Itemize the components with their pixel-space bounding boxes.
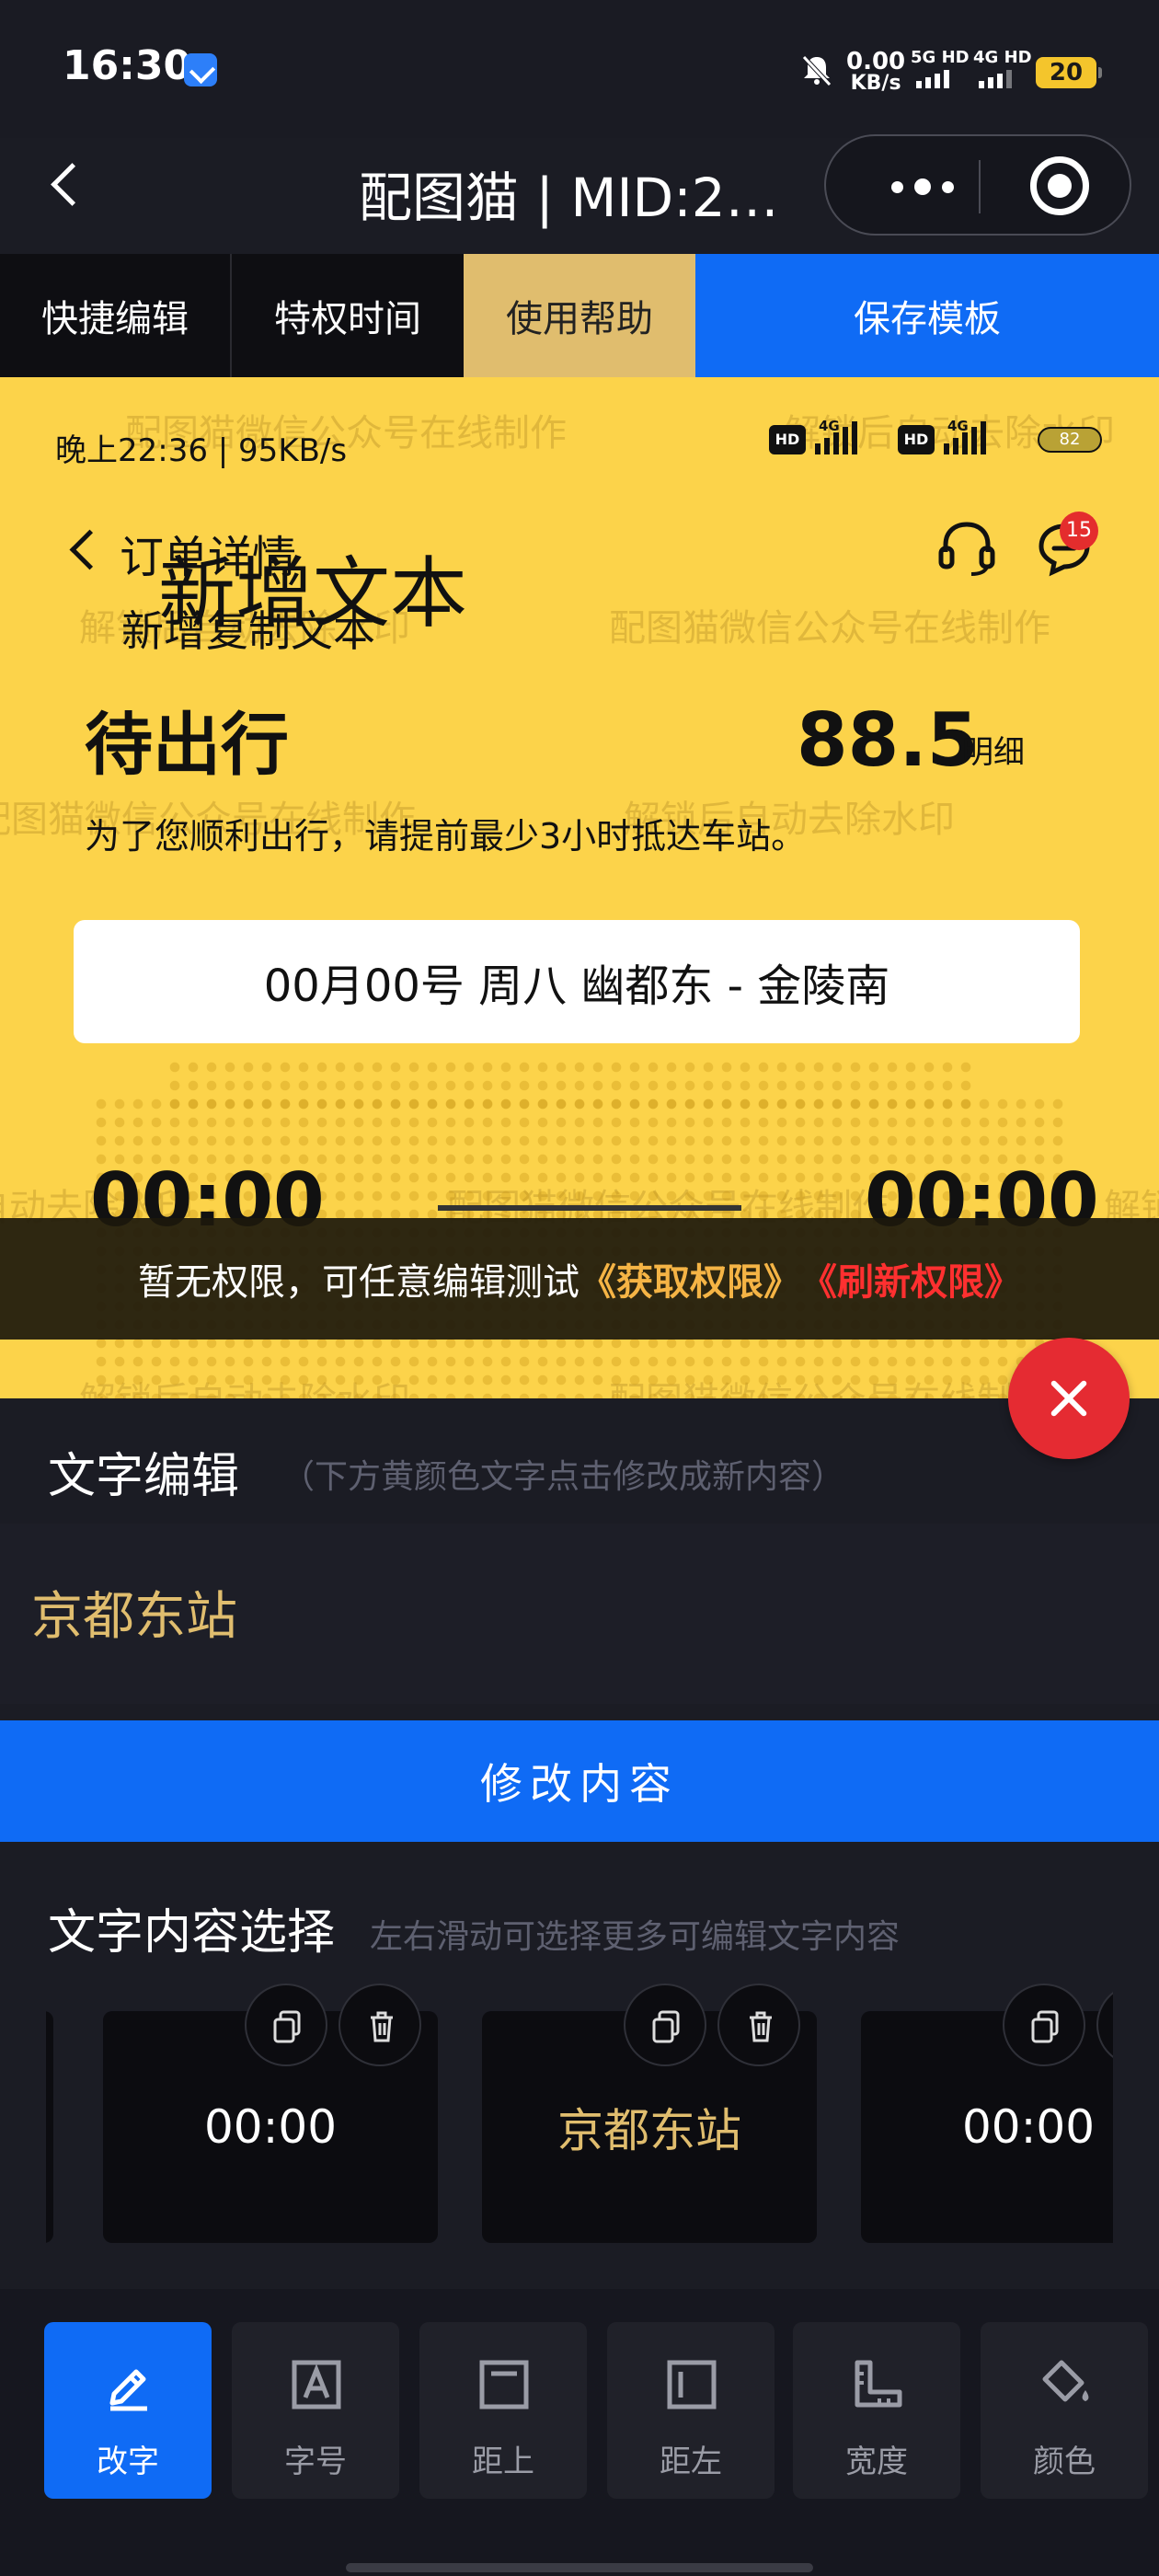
tool-width[interactable]: 宽度: [793, 2322, 960, 2499]
width-ruler-icon: [855, 2360, 902, 2408]
price-detail-link[interactable]: 明细: [962, 727, 1025, 772]
tool-label: 距左: [660, 2444, 722, 2480]
modify-content-button[interactable]: 修改内容: [0, 1720, 1159, 1842]
more-dots-icon[interactable]: [872, 173, 973, 201]
delete-icon[interactable]: [717, 1984, 800, 2066]
text-edit-hint: （下方黄颜色文字点击修改成新内容）: [281, 1458, 845, 1496]
tool-label: 宽度: [845, 2444, 908, 2480]
close-icon[interactable]: [1008, 1338, 1130, 1459]
tool-label: 改字: [97, 2444, 159, 2480]
text-edit-value[interactable]: 京都东站: [31, 1575, 237, 1650]
tool-edit-text[interactable]: 改字: [44, 2322, 212, 2499]
arrival-tip[interactable]: 为了您顺利出行，请提前最少3小时抵达车站。: [85, 808, 806, 858]
network-speed: 0.00 KB/s: [846, 50, 905, 94]
sim1-label: 5G HD: [911, 48, 970, 67]
watermark: 配图猫微信公众号在线制作: [609, 607, 1050, 650]
route-card: 00月00号 周八 幽都东 - 金陵南: [74, 920, 1080, 1043]
copy-icon[interactable]: [1003, 1984, 1085, 2066]
mock-battery: 82: [1038, 427, 1102, 453]
text-card-partial[interactable]: [46, 2011, 53, 2243]
permission-banner: 暂无权限，可任意编辑测试 《获取权限》 《刷新权限》: [0, 1218, 1159, 1340]
margin-left-icon: [667, 2360, 717, 2409]
permission-banner-text: 暂无权限，可任意编辑测试 《获取权限》 《刷新权限》: [0, 1218, 1159, 1340]
mute-bell-icon: [802, 55, 832, 86]
mock-status-text: 晚上22:36 | 95KB/s: [55, 432, 348, 469]
network-speed-value: 0.00: [846, 48, 906, 75]
font-size-icon: [292, 2360, 341, 2409]
hd-badge: HD: [898, 425, 935, 454]
app-notification-icon: [184, 53, 217, 86]
route-text[interactable]: 00月00号 周八 幽都东 - 金陵南: [74, 920, 1080, 1043]
status-time: 16:30: [63, 42, 192, 89]
tab-quick-edit[interactable]: 快捷编辑: [0, 254, 232, 377]
tool-label: 距上: [472, 2444, 534, 2480]
paint-bucket-icon: [1042, 2360, 1089, 2402]
mock-back-icon: [64, 524, 101, 570]
chat-unread-badge: 15: [1060, 512, 1098, 550]
dotted-map-graphic: [166, 1058, 975, 1113]
back-arrow-icon[interactable]: [37, 156, 92, 212]
trip-status[interactable]: 待出行: [85, 690, 289, 788]
sim2-label: 4G HD: [973, 48, 1032, 67]
sim2-signal-icon: 4G HD: [973, 48, 1032, 92]
tool-margin-top[interactable]: 距上: [419, 2322, 587, 2499]
text-edit-title: 文字编辑: [48, 1449, 240, 1504]
route-line: [438, 1205, 741, 1211]
home-indicator[interactable]: [346, 2563, 813, 2572]
page-title: 配图猫 | MID:2…: [359, 167, 779, 229]
copy-icon[interactable]: [245, 1984, 327, 2066]
tool-color[interactable]: 颜色: [981, 2322, 1148, 2499]
hd-badge: HD: [769, 425, 806, 454]
save-template-button[interactable]: 保存模板: [695, 254, 1159, 377]
top-tabs: 快捷编辑 特权时间 使用帮助 保存模板: [0, 254, 1159, 377]
tool-margin-left[interactable]: 距左: [607, 2322, 775, 2499]
capsule-divider: [979, 160, 981, 213]
text-card-carousel[interactable]: 00:00 京都东站 00:00: [46, 1978, 1113, 2254]
bottom-toolbar: 改字 字号 距上 距左 宽度 颜色: [0, 2289, 1159, 2576]
text-select-title: 文字内容选择: [48, 1905, 336, 1961]
get-permission-link[interactable]: 《获取权限》: [580, 1252, 800, 1305]
tool-font-size[interactable]: 字号: [232, 2322, 399, 2499]
sim1-signal-icon: 5G HD: [911, 48, 970, 92]
added-text-copy[interactable]: 新增复制文本: [121, 598, 375, 659]
permission-message: 暂无权限，可任意编辑测试: [138, 1261, 580, 1304]
headset-icon: [938, 522, 995, 576]
refresh-permission-link[interactable]: 《刷新权限》: [800, 1252, 1021, 1305]
ticket-price[interactable]: 88.5: [797, 697, 978, 783]
text-select-hint: 左右滑动可选择更多可编辑文字内容: [370, 1918, 901, 1956]
edit-icon: [109, 2369, 147, 2411]
tool-label: 字号: [284, 2444, 347, 2480]
margin-top-icon: [479, 2360, 529, 2409]
text-edit-field[interactable]: 京都东站: [0, 1524, 1159, 1704]
miniprogram-capsule: [824, 134, 1131, 236]
tool-label: 颜色: [1033, 2444, 1096, 2480]
network-speed-unit: KB/s: [850, 72, 901, 95]
copy-icon[interactable]: [624, 1984, 706, 2066]
close-miniprogram-icon[interactable]: [1030, 156, 1089, 215]
system-status-bar: 16:30 0.00 KB/s 5G HD 4G HD 20: [0, 0, 1159, 138]
delete-icon[interactable]: [339, 1984, 421, 2066]
battery-indicator: 20: [1036, 57, 1102, 88]
tab-help[interactable]: 使用帮助: [464, 254, 695, 377]
tab-privilege-time[interactable]: 特权时间: [232, 254, 464, 377]
